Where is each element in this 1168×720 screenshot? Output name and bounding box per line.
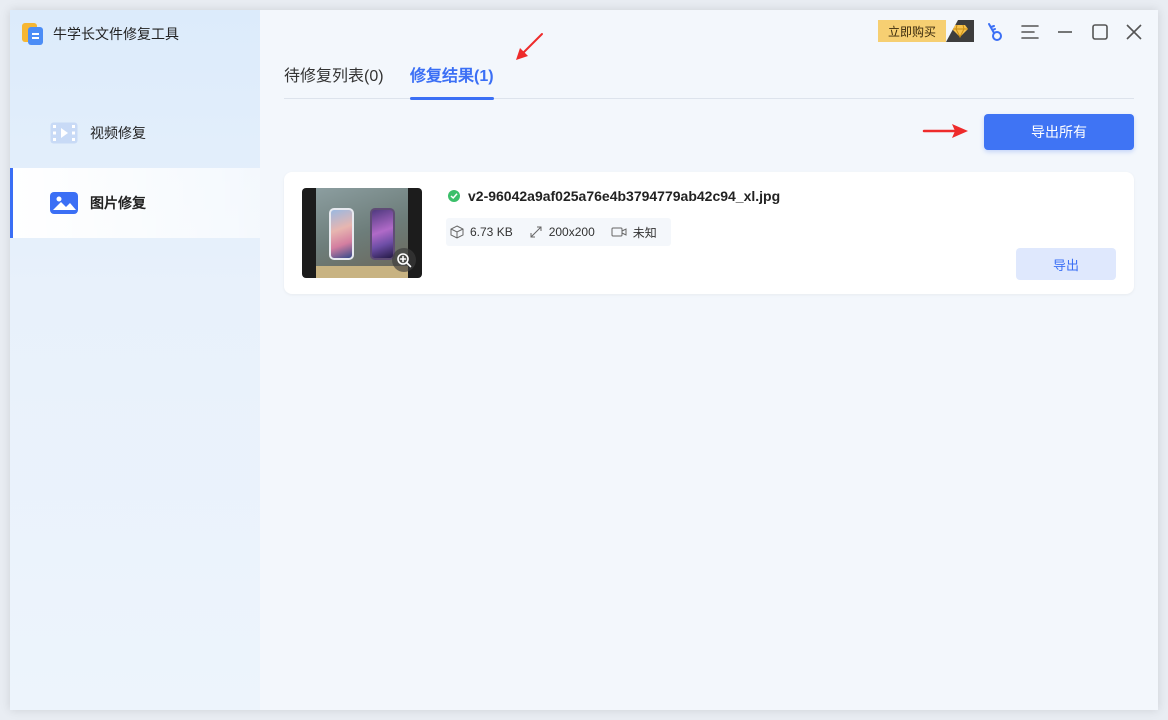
cube-icon xyxy=(450,225,464,239)
annotation-arrow-icon xyxy=(922,124,968,138)
minimize-icon[interactable] xyxy=(1053,20,1077,44)
resize-icon xyxy=(530,226,542,238)
close-icon[interactable] xyxy=(1122,20,1146,44)
menu-icon[interactable] xyxy=(1018,20,1042,44)
zoom-in-icon[interactable] xyxy=(392,248,416,272)
tab-bar: 待修复列表(0) 修复结果(1) xyxy=(284,54,1134,100)
sidebar-item-video-repair[interactable]: 视频修复 xyxy=(10,98,260,168)
sidebar-item-label: 视频修复 xyxy=(90,125,146,141)
file-size: 6.73 KB xyxy=(450,225,513,239)
filename-row: v2-96042a9af025a76e4b3794779ab42c94_xl.j… xyxy=(448,188,780,204)
file-name: v2-96042a9af025a76e4b3794779ab42c94_xl.j… xyxy=(468,188,781,204)
tab-repair-results[interactable]: 修复结果(1) xyxy=(410,62,494,100)
export-all-button[interactable]: 导出所有 xyxy=(984,114,1134,150)
app-title-bar: 牛学长文件修复工具 xyxy=(22,22,179,46)
buy-now-label: 立即购买 xyxy=(878,20,946,42)
file-meta: 6.73 KB 200x200 未知 xyxy=(446,218,671,246)
file-dimensions: 200x200 xyxy=(529,225,595,239)
video-icon xyxy=(50,122,78,144)
annotation-arrow-icon xyxy=(516,33,543,60)
success-check-icon xyxy=(448,190,460,202)
key-icon[interactable] xyxy=(983,20,1007,44)
image-thumbnail[interactable] xyxy=(302,188,422,278)
diamond-icon xyxy=(946,20,974,42)
camera-icon xyxy=(611,227,627,237)
app-window: 牛学长文件修复工具 视频修复 图片修复 立即购买 待修复列表(0) 修复结果(1… xyxy=(10,10,1158,710)
image-icon xyxy=(50,192,78,214)
tab-pending-list[interactable]: 待修复列表(0) xyxy=(284,62,384,99)
maximize-icon[interactable] xyxy=(1088,20,1112,44)
app-logo-icon xyxy=(22,23,44,45)
sidebar-item-image-repair[interactable]: 图片修复 xyxy=(10,168,260,238)
result-card: v2-96042a9af025a76e4b3794779ab42c94_xl.j… xyxy=(284,172,1134,294)
export-button[interactable]: 导出 xyxy=(1016,248,1116,280)
main-panel: 立即购买 待修复列表(0) 修复结果(1) 导出所有 v2-96042a9af0… xyxy=(260,10,1158,710)
sidebar-item-label: 图片修复 xyxy=(90,195,146,211)
buy-now-button[interactable]: 立即购买 xyxy=(878,20,974,42)
app-title: 牛学长文件修复工具 xyxy=(53,26,179,42)
sidebar: 牛学长文件修复工具 视频修复 图片修复 xyxy=(10,10,260,710)
file-duration: 未知 xyxy=(611,224,657,241)
